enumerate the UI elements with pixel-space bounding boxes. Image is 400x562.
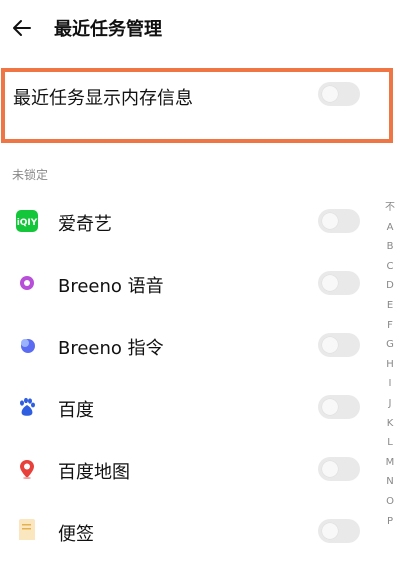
- section-label-unlocked: 未锁定: [12, 168, 49, 182]
- index-letter[interactable]: K: [380, 414, 400, 434]
- baidu-map-icon: [20, 460, 34, 479]
- index-letter[interactable]: M: [380, 453, 400, 473]
- index-letter[interactable]: L: [380, 433, 400, 453]
- lock-toggle[interactable]: [318, 519, 360, 543]
- list-item-iqiyi[interactable]: iQIY 爱奇艺: [0, 190, 380, 252]
- app-name: 便签: [58, 524, 94, 545]
- toggle-knob: [322, 213, 338, 229]
- notes-icon: [19, 519, 35, 540]
- index-letter[interactable]: I: [380, 374, 400, 394]
- list-item-notes[interactable]: 便签: [0, 500, 380, 562]
- app-name: Breeno 指令: [58, 338, 164, 359]
- toggle-knob: [322, 275, 338, 291]
- index-letter[interactable]: B: [380, 237, 400, 257]
- index-letter[interactable]: D: [380, 276, 400, 296]
- toggle-knob: [322, 461, 338, 477]
- index-letter[interactable]: N: [380, 472, 400, 492]
- memory-info-toggle[interactable]: [318, 82, 360, 106]
- breeno-command-icon: [21, 339, 35, 353]
- list-item-breeno-command[interactable]: Breeno 指令: [0, 314, 380, 376]
- baidu-icon: [20, 397, 35, 416]
- index-letter[interactable]: 不: [380, 198, 400, 218]
- page-title: 最近任务管理: [54, 19, 162, 40]
- alphabet-index[interactable]: 不 A B C D E F G H I J K L M N O P: [380, 198, 400, 531]
- index-letter[interactable]: P: [380, 512, 400, 532]
- index-letter[interactable]: O: [380, 492, 400, 512]
- svg-text:iQIY: iQIY: [17, 218, 38, 228]
- arrow-left-icon[interactable]: [10, 16, 34, 40]
- index-letter[interactable]: J: [380, 394, 400, 414]
- list-item-breeno-voice[interactable]: Breeno 语音: [0, 252, 380, 314]
- index-letter[interactable]: G: [380, 335, 400, 355]
- header: 最近任务管理: [0, 0, 400, 60]
- toggle-knob: [322, 86, 338, 102]
- toggle-knob: [322, 523, 338, 539]
- app-name: Breeno 语音: [58, 276, 164, 297]
- toggle-knob: [322, 399, 338, 415]
- lock-toggle[interactable]: [318, 209, 360, 233]
- index-letter[interactable]: H: [380, 355, 400, 375]
- lock-toggle[interactable]: [318, 395, 360, 419]
- app-name: 百度地图: [58, 462, 130, 483]
- lock-toggle[interactable]: [318, 333, 360, 357]
- index-letter[interactable]: F: [380, 316, 400, 336]
- index-letter[interactable]: E: [380, 296, 400, 316]
- list-item-baidu-map[interactable]: 百度地图: [0, 438, 380, 500]
- toggle-knob: [322, 337, 338, 353]
- memory-info-label: 最近任务显示内存信息: [13, 88, 193, 109]
- app-name: 百度: [58, 400, 94, 421]
- index-letter[interactable]: C: [380, 257, 400, 277]
- breeno-voice-icon: [20, 276, 34, 290]
- lock-toggle[interactable]: [318, 457, 360, 481]
- lock-toggle[interactable]: [318, 271, 360, 295]
- list-item-baidu[interactable]: 百度: [0, 376, 380, 438]
- index-letter[interactable]: A: [380, 218, 400, 238]
- iqiyi-icon: iQIY: [16, 210, 38, 232]
- app-name: 爱奇艺: [58, 214, 112, 235]
